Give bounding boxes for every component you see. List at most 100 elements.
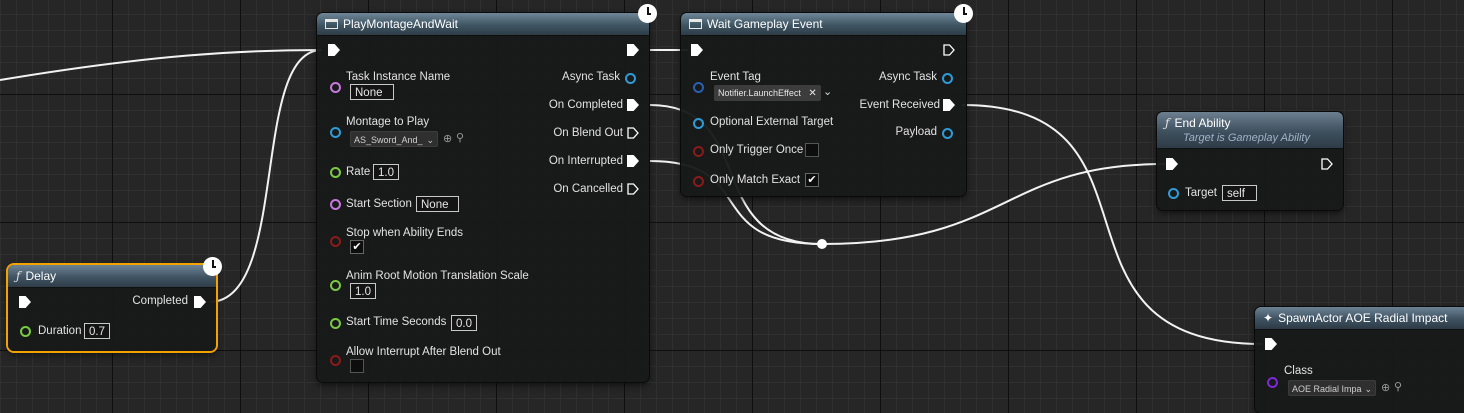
use-selected-icon[interactable]: ⊕ bbox=[443, 133, 452, 145]
only-match-exact-checkbox[interactable]: ✔ bbox=[805, 173, 819, 187]
node-title: SpawnActor AOE Radial Impact bbox=[1278, 311, 1448, 325]
chevron-down-icon[interactable]: ⌄ bbox=[823, 86, 832, 98]
start-section-label: Start Section bbox=[346, 198, 412, 210]
node-title: PlayMontageAndWait bbox=[343, 17, 458, 31]
event-tag-value: Notifier.LaunchEffect bbox=[718, 88, 801, 98]
event-tag-label: Event Tag bbox=[710, 71, 761, 83]
event-received-pin[interactable] bbox=[943, 99, 955, 111]
exec-in-pin[interactable] bbox=[19, 296, 31, 308]
on-blend-out-pin[interactable] bbox=[627, 127, 639, 139]
anim-root-motion-field[interactable]: 1.0 bbox=[350, 283, 376, 299]
completed-pin[interactable] bbox=[194, 296, 206, 308]
payload-output-pin[interactable] bbox=[942, 128, 953, 139]
exec-in-pin[interactable] bbox=[328, 44, 340, 56]
exec-in-pin[interactable] bbox=[1265, 338, 1277, 350]
target-field[interactable]: self bbox=[1222, 185, 1257, 201]
latent-clock-icon bbox=[203, 257, 222, 276]
rate-field[interactable]: 1.0 bbox=[373, 164, 399, 180]
only-trigger-once-label: Only Trigger Once bbox=[710, 144, 804, 156]
optional-external-target-pin[interactable] bbox=[693, 118, 704, 129]
on-cancelled-pin[interactable] bbox=[627, 183, 639, 195]
latent-function-icon bbox=[325, 19, 338, 29]
stop-when-ability-ends-pin[interactable] bbox=[330, 236, 341, 247]
start-section-field[interactable]: None bbox=[416, 196, 459, 212]
only-trigger-once-pin[interactable] bbox=[693, 146, 704, 157]
class-dropdown[interactable]: AOE Radial Impa ⌄ bbox=[1288, 380, 1376, 396]
montage-to-play-pin[interactable] bbox=[330, 127, 341, 138]
on-completed-pin[interactable] bbox=[627, 99, 639, 111]
class-value: AOE Radial Impa bbox=[1292, 384, 1362, 394]
rate-label: Rate bbox=[346, 166, 371, 178]
node-header[interactable]: Wait Gameplay Event bbox=[681, 13, 966, 36]
start-time-seconds-field[interactable]: 0.0 bbox=[451, 315, 477, 331]
delay-node[interactable]: ƒ Delay Completed Duration 0.7 bbox=[8, 265, 216, 351]
only-match-exact-pin[interactable] bbox=[693, 176, 704, 187]
start-time-seconds-pin[interactable] bbox=[330, 318, 341, 329]
anim-root-motion-pin[interactable] bbox=[330, 280, 341, 291]
on-blend-out-label: On Blend Out bbox=[553, 127, 623, 139]
function-icon: ƒ bbox=[16, 269, 21, 283]
exec-out-pin[interactable] bbox=[943, 44, 955, 56]
use-selected-icon[interactable]: ⊕ bbox=[1381, 382, 1390, 394]
target-pin[interactable] bbox=[1168, 188, 1179, 199]
end-ability-node[interactable]: ƒ End Ability Target is Gameplay Ability… bbox=[1157, 112, 1343, 210]
allow-interrupt-pin[interactable] bbox=[330, 355, 341, 366]
montage-to-play-dropdown[interactable]: AS_Sword_And_ ⌄ bbox=[350, 131, 438, 147]
event-tag-chip[interactable]: Notifier.LaunchEffect ✕ bbox=[714, 85, 821, 101]
payload-output-label: Payload bbox=[895, 126, 937, 138]
browse-search-icon[interactable]: ⚲ bbox=[456, 132, 464, 144]
node-title: Delay bbox=[25, 269, 57, 283]
wire-delay-to-montage bbox=[209, 49, 323, 303]
on-interrupted-label: On Interrupted bbox=[548, 155, 623, 167]
node-header[interactable]: ƒ End Ability Target is Gameplay Ability bbox=[1157, 112, 1343, 149]
node-title: Wait Gameplay Event bbox=[707, 17, 823, 31]
async-task-output-pin[interactable] bbox=[942, 73, 953, 84]
node-header[interactable]: ✦ SpawnActor AOE Radial Impact bbox=[1255, 307, 1464, 330]
start-section-pin[interactable] bbox=[330, 199, 341, 210]
class-label: Class bbox=[1284, 365, 1313, 377]
event-received-label: Event Received bbox=[859, 99, 940, 111]
reroute-knot bbox=[817, 239, 827, 249]
only-trigger-once-checkbox[interactable] bbox=[805, 143, 819, 157]
async-task-output-pin[interactable] bbox=[625, 73, 636, 84]
duration-pin[interactable] bbox=[20, 326, 31, 337]
latent-clock-icon bbox=[638, 4, 657, 23]
on-completed-label: On Completed bbox=[548, 99, 623, 111]
spawn-actor-node[interactable]: ✦ SpawnActor AOE Radial Impact Class AOE… bbox=[1255, 307, 1464, 413]
event-tag-pin[interactable] bbox=[693, 82, 704, 93]
exec-in-pin[interactable] bbox=[691, 44, 703, 56]
montage-asset-value: AS_Sword_And_ bbox=[354, 135, 423, 145]
completed-label: Completed bbox=[132, 295, 188, 307]
duration-label: Duration bbox=[38, 325, 82, 337]
duration-field[interactable]: 0.7 bbox=[84, 323, 110, 339]
remove-tag-icon[interactable]: ✕ bbox=[808, 88, 816, 99]
stop-when-ability-ends-checkbox[interactable]: ✔ bbox=[350, 240, 364, 254]
task-instance-name-label: Task Instance Name bbox=[346, 71, 451, 83]
exec-in-pin[interactable] bbox=[1166, 158, 1178, 170]
function-icon: ƒ bbox=[1165, 116, 1170, 130]
target-label: Target bbox=[1185, 187, 1217, 199]
play-montage-and-wait-node[interactable]: PlayMontageAndWait Task Instance Name No… bbox=[317, 13, 649, 382]
node-title: End Ability bbox=[1174, 116, 1231, 130]
anim-root-motion-label: Anim Root Motion Translation Scale bbox=[346, 270, 529, 282]
task-instance-name-pin[interactable] bbox=[330, 82, 341, 93]
node-header[interactable]: ƒ Delay bbox=[8, 265, 216, 288]
exec-out-pin[interactable] bbox=[627, 44, 639, 56]
exec-out-pin[interactable] bbox=[1321, 158, 1333, 170]
wire-entry-to-montage bbox=[0, 49, 323, 81]
task-instance-name-field[interactable]: None bbox=[350, 84, 394, 100]
montage-to-play-label: Montage to Play bbox=[346, 116, 430, 128]
wait-gameplay-event-node[interactable]: Wait Gameplay Event Event Tag Notifier.L… bbox=[681, 13, 966, 196]
node-header[interactable]: PlayMontageAndWait bbox=[317, 13, 649, 36]
start-time-seconds-label: Start Time Seconds bbox=[346, 316, 447, 328]
class-pin[interactable] bbox=[1267, 377, 1278, 388]
async-task-output-label: Async Task bbox=[879, 71, 937, 83]
browse-search-icon[interactable]: ⚲ bbox=[1394, 381, 1402, 393]
async-task-output-label: Async Task bbox=[562, 71, 620, 83]
rate-pin[interactable] bbox=[330, 167, 341, 178]
spawn-actor-icon: ✦ bbox=[1263, 311, 1274, 325]
allow-interrupt-checkbox[interactable] bbox=[350, 359, 364, 373]
on-interrupted-pin[interactable] bbox=[627, 155, 639, 167]
allow-interrupt-label: Allow Interrupt After Blend Out bbox=[346, 346, 501, 358]
chevron-down-icon: ⌄ bbox=[1364, 384, 1372, 394]
